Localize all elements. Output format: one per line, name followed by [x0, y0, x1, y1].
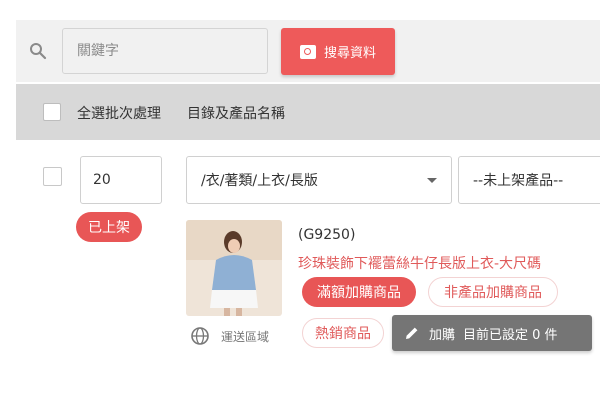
- category-select[interactable]: /衣/著類/上衣/長版: [186, 156, 452, 204]
- column-header-name: 目錄及產品名稱: [187, 106, 285, 122]
- tag-threshold-addon[interactable]: 滿額加購商品: [302, 277, 416, 307]
- product-thumbnail[interactable]: [186, 220, 282, 316]
- shipping-region-label: 運送區域: [221, 329, 270, 344]
- search-icon: [30, 43, 47, 60]
- search-input[interactable]: [62, 28, 268, 74]
- chevron-down-icon: [427, 178, 437, 183]
- category-value: /衣/著類/上衣/長版: [201, 173, 318, 189]
- select-all-checkbox[interactable]: [43, 103, 61, 121]
- product-name[interactable]: 珍珠裝飾下襬蕾絲牛仔長版上衣-大尺碼: [298, 253, 541, 273]
- add-on-label: 加購: [429, 327, 456, 343]
- select-all-label: 全選批次處理: [77, 106, 161, 122]
- search-button[interactable]: 搜尋資料: [281, 28, 395, 75]
- product-sku: (G9250): [298, 227, 356, 243]
- shipping-region[interactable]: 運送區域: [190, 326, 269, 346]
- add-on-status: 目前已設定 0 件: [463, 327, 558, 343]
- add-on-button[interactable]: 加購 目前已設定 0 件: [392, 315, 592, 351]
- row-checkbox[interactable]: [43, 167, 62, 186]
- search-icon: [299, 44, 316, 59]
- listing-filter-value: --未上架產品--: [473, 173, 564, 189]
- quantity-value: 20: [93, 172, 111, 188]
- globe-icon: [191, 327, 209, 345]
- status-badge[interactable]: 已上架: [76, 212, 142, 242]
- quantity-input[interactable]: 20: [80, 156, 162, 204]
- search-button-label: 搜尋資料: [323, 46, 376, 61]
- tag-bestseller[interactable]: 熱銷商品: [302, 318, 384, 348]
- pencil-icon: [406, 327, 418, 339]
- listing-filter-select[interactable]: --未上架產品--: [458, 156, 600, 204]
- tag-non-addon[interactable]: 非產品加購商品: [428, 277, 558, 307]
